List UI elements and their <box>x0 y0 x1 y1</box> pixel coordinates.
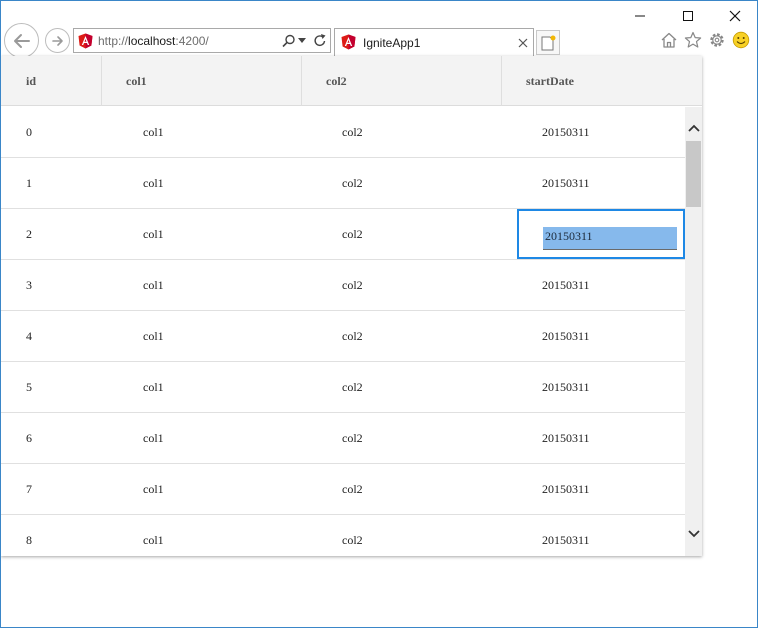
data-grid: id col1 col2 startDate 0 col1 col2 20150… <box>1 56 702 556</box>
tab-ignite-app[interactable]: IgniteApp1 <box>334 28 534 57</box>
cell-col1[interactable]: col1 <box>143 431 164 446</box>
minimize-icon <box>635 15 645 17</box>
cell-startdate[interactable]: 20150311 <box>542 176 590 191</box>
new-tab-button[interactable] <box>536 30 560 55</box>
table-row[interactable]: 2 col1 col2 20150311 <box>1 209 685 260</box>
refresh-icon[interactable] <box>313 33 327 48</box>
table-row[interactable]: 0 col1 col2 20150311 <box>1 107 685 158</box>
column-header-col1[interactable]: col1 <box>126 56 147 106</box>
table-row[interactable]: 4 col1 col2 20150311 <box>1 311 685 362</box>
maximize-button[interactable] <box>665 1 711 31</box>
tab-close-icon[interactable] <box>518 38 528 48</box>
cell-col1[interactable]: col1 <box>143 176 164 191</box>
feedback-smiley-icon[interactable] <box>732 31 750 49</box>
cell-col2[interactable]: col2 <box>342 125 363 140</box>
cell-startdate[interactable]: 20150311 <box>542 533 590 548</box>
favorites-star-icon[interactable] <box>684 31 702 49</box>
column-header-id[interactable]: id <box>26 56 36 106</box>
cell-col2[interactable]: col2 <box>342 533 363 548</box>
cell-col1[interactable]: col1 <box>143 329 164 344</box>
cell-col1[interactable]: col1 <box>143 533 164 548</box>
cell-startdate[interactable]: 20150311 <box>542 380 590 395</box>
cell-col1[interactable]: col1 <box>143 380 164 395</box>
address-host: localhost <box>128 34 176 48</box>
cell-id[interactable]: 8 <box>26 533 32 548</box>
cell-id[interactable]: 5 <box>26 380 32 395</box>
cell-id[interactable]: 4 <box>26 329 32 344</box>
cell-col2[interactable]: col2 <box>342 329 363 344</box>
table-row[interactable]: 3 col1 col2 20150311 <box>1 260 685 311</box>
grid-header: id col1 col2 startDate <box>1 56 702 106</box>
chevron-up-icon <box>687 124 700 132</box>
back-button[interactable] <box>4 23 39 58</box>
scrollbar-thumb[interactable] <box>686 141 701 207</box>
cell-col2[interactable]: col2 <box>342 176 363 191</box>
settings-gear-icon[interactable] <box>708 31 726 49</box>
cell-col1[interactable]: col1 <box>143 482 164 497</box>
cell-col1[interactable]: col1 <box>143 125 164 140</box>
address-protocol: http:// <box>98 34 129 48</box>
cell-startdate[interactable]: 20150311 <box>542 125 590 140</box>
cell-id[interactable]: 2 <box>26 227 32 242</box>
column-header-col2[interactable]: col2 <box>326 56 347 106</box>
close-icon <box>729 10 741 22</box>
forward-arrow-icon <box>51 35 63 46</box>
scroll-down-button[interactable] <box>685 525 702 542</box>
address-bar[interactable]: http://localhost:4200/ <box>73 28 331 53</box>
column-divider[interactable] <box>501 56 502 106</box>
cell-startdate[interactable]: 20150311 <box>542 329 590 344</box>
cell-startdate[interactable]: 20150311 <box>542 431 590 446</box>
cell-id[interactable]: 7 <box>26 482 32 497</box>
close-button[interactable] <box>712 1 757 31</box>
cell-col1[interactable]: col1 <box>143 278 164 293</box>
cell-col2[interactable]: col2 <box>342 431 363 446</box>
address-path: :4200/ <box>175 34 209 48</box>
table-row[interactable]: 5 col1 col2 20150311 <box>1 362 685 413</box>
cell-startdate[interactable]: 20150311 <box>542 278 590 293</box>
cell-id[interactable]: 6 <box>26 431 32 446</box>
cell-col2[interactable]: col2 <box>342 482 363 497</box>
grid-body: 0 col1 col2 20150311 1 col1 col2 2015031… <box>1 107 685 556</box>
cell-col2[interactable]: col2 <box>342 380 363 395</box>
table-row[interactable]: 8 col1 col2 20150311 <box>1 515 685 556</box>
search-icon[interactable] <box>282 34 296 48</box>
table-row[interactable]: 7 col1 col2 20150311 <box>1 464 685 515</box>
browser-window: http://localhost:4200/ IgniteApp1 id col… <box>0 0 758 628</box>
maximize-icon <box>683 11 693 21</box>
address-url: http://localhost:4200/ <box>98 34 209 48</box>
angular-logo-icon <box>341 34 356 50</box>
home-icon[interactable] <box>660 31 678 49</box>
new-tab-icon <box>541 35 556 51</box>
column-divider[interactable] <box>101 56 102 106</box>
forward-button[interactable] <box>45 28 70 53</box>
cell-id[interactable]: 1 <box>26 176 32 191</box>
back-arrow-icon <box>13 33 30 48</box>
cell-col2[interactable]: col2 <box>342 278 363 293</box>
cell-startdate[interactable]: 20150311 <box>542 482 590 497</box>
angular-logo-icon <box>78 33 93 49</box>
cell-col1[interactable]: col1 <box>143 227 164 242</box>
cell-id[interactable]: 0 <box>26 125 32 140</box>
cell-id[interactable]: 3 <box>26 278 32 293</box>
minimize-button[interactable] <box>617 1 663 31</box>
cell-col2[interactable]: col2 <box>342 227 363 242</box>
table-row[interactable]: 6 col1 col2 20150311 <box>1 413 685 464</box>
cell-startdate-editing[interactable]: 20150311 <box>517 209 685 259</box>
column-header-startdate[interactable]: startDate <box>526 56 574 106</box>
dropdown-icon[interactable] <box>298 38 306 44</box>
column-divider[interactable] <box>301 56 302 106</box>
table-row[interactable]: 1 col1 col2 20150311 <box>1 158 685 209</box>
tab-title: IgniteApp1 <box>363 36 421 50</box>
chevron-down-icon <box>687 529 700 537</box>
vertical-scrollbar[interactable] <box>685 107 702 556</box>
cell-edit-input[interactable]: 20150311 <box>543 227 677 250</box>
scroll-up-button[interactable] <box>685 119 702 136</box>
